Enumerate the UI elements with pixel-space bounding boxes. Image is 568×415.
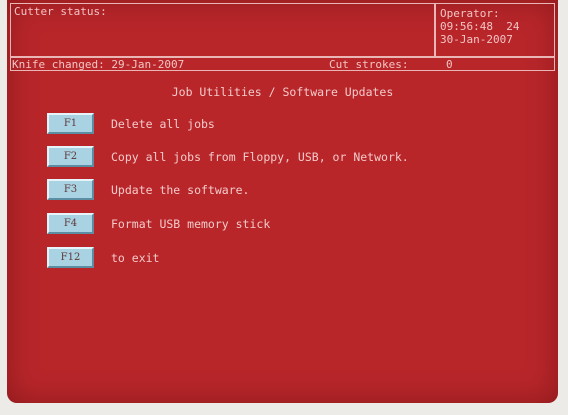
monitor-bezel: Cutter status: Operator: 09:56:48 24 30-… <box>0 0 568 415</box>
f1-button[interactable]: F1 <box>47 113 94 134</box>
clock-time: 09:56:48 24 <box>440 20 520 33</box>
f3-button[interactable]: F3 <box>47 179 94 200</box>
cutter-screen: Cutter status: Operator: 09:56:48 24 30-… <box>7 0 558 403</box>
clock-date: 30-Jan-2007 <box>440 33 513 46</box>
f2-option-label: Copy all jobs from Floppy, USB, or Netwo… <box>111 150 409 164</box>
knife-changed-text: Knife changed: 29-Jan-2007 <box>12 58 185 71</box>
f2-button[interactable]: F2 <box>47 146 94 167</box>
knife-info-bar: Knife changed: 29-Jan-2007 Cut strokes: … <box>10 57 555 71</box>
f4-button[interactable]: F4 <box>47 213 94 234</box>
f12-button[interactable]: F12 <box>47 247 94 268</box>
cut-strokes-value: 0 <box>446 58 453 71</box>
cutter-status-label: Cutter status: <box>14 5 107 18</box>
f4-option-label: Format USB memory stick <box>111 217 271 231</box>
cutter-status-panel: Cutter status: <box>10 3 435 57</box>
cut-strokes-label: Cut strokes: <box>329 58 409 71</box>
f1-option-label: Delete all jobs <box>111 117 215 131</box>
operator-label: Operator: <box>440 7 500 20</box>
operator-panel: Operator: 09:56:48 24 30-Jan-2007 <box>435 3 555 57</box>
f3-option-label: Update the software. <box>111 183 250 197</box>
page-title: Job Utilities / Software Updates <box>171 85 394 99</box>
f12-option-label: to exit <box>111 251 160 265</box>
